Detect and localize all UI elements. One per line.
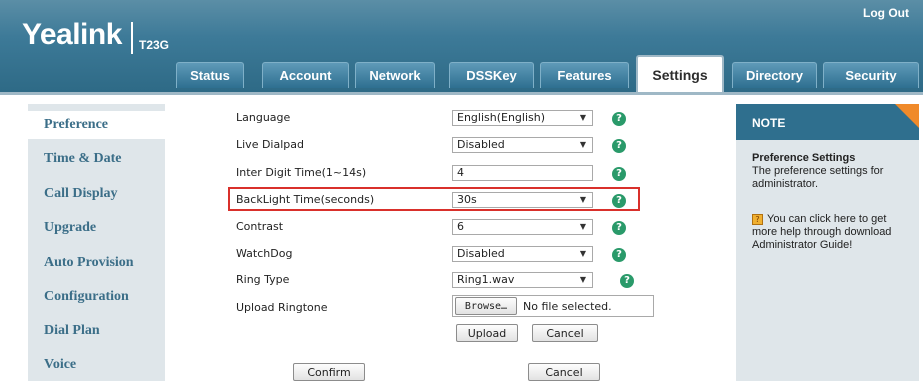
language-select[interactable]: English(English) ▼ bbox=[452, 110, 593, 126]
sidebar-item-time-date[interactable]: Time & Date bbox=[44, 151, 122, 167]
logout-link[interactable]: Log Out bbox=[863, 6, 909, 20]
help-icon[interactable]: ? bbox=[612, 167, 626, 181]
tab-network[interactable]: Network bbox=[355, 62, 435, 88]
watchdog-select[interactable]: Disabled ▼ bbox=[452, 246, 593, 262]
note-help-line-3: Administrator Guide! bbox=[752, 239, 853, 251]
chevron-down-icon: ▼ bbox=[579, 249, 586, 258]
help-icon[interactable]: ? bbox=[612, 112, 626, 126]
help-icon[interactable]: ? bbox=[612, 194, 626, 208]
ring-type-value: Ring1.wav bbox=[457, 273, 515, 286]
help-icon[interactable]: ? bbox=[620, 274, 634, 288]
sidebar-item-preference[interactable]: Preference bbox=[44, 117, 108, 133]
note-heading: Preference Settings bbox=[752, 152, 856, 164]
upload-button[interactable]: Upload bbox=[456, 324, 518, 342]
note-help-line-2: more help through download bbox=[752, 226, 892, 238]
note-corner-tab bbox=[895, 104, 919, 128]
sidebar-item-upgrade[interactable]: Upgrade bbox=[44, 220, 96, 236]
inter-digit-input[interactable]: 4 bbox=[452, 165, 593, 181]
help-icon[interactable]: ? bbox=[612, 139, 626, 153]
upload-cancel-button[interactable]: Cancel bbox=[532, 324, 598, 342]
note-line-1: The preference settings for bbox=[752, 165, 884, 177]
upload-ringtone-label: Upload Ringtone bbox=[236, 301, 328, 314]
sidebar-item-configuration[interactable]: Configuration bbox=[44, 289, 129, 305]
watchdog-label: WatchDog bbox=[236, 247, 293, 260]
tab-security[interactable]: Security bbox=[823, 62, 919, 88]
tab-settings[interactable]: Settings bbox=[636, 55, 724, 92]
logo: Yealink bbox=[22, 18, 122, 51]
confirm-button[interactable]: Confirm bbox=[293, 363, 365, 381]
ring-type-label: Ring Type bbox=[236, 273, 290, 286]
logo-divider bbox=[131, 22, 133, 54]
sidebar-item-voice[interactable]: Voice bbox=[44, 357, 76, 373]
sidebar-item-dial-plan[interactable]: Dial Plan bbox=[44, 323, 100, 339]
note-title: NOTE bbox=[752, 116, 786, 130]
chevron-down-icon: ▼ bbox=[579, 140, 586, 149]
sidebar-item-auto-provision[interactable]: Auto Provision bbox=[44, 255, 134, 271]
live-dialpad-select[interactable]: Disabled ▼ bbox=[452, 137, 593, 153]
tab-dsskey[interactable]: DSSKey bbox=[449, 62, 534, 88]
model-label: T23G bbox=[139, 38, 170, 52]
contrast-value: 6 bbox=[457, 220, 464, 233]
help-book-icon[interactable]: ? bbox=[752, 214, 763, 225]
backlight-label: BackLight Time(seconds) bbox=[236, 193, 375, 206]
chevron-down-icon: ▼ bbox=[579, 275, 586, 284]
tab-directory[interactable]: Directory bbox=[732, 62, 817, 88]
browse-button[interactable]: Browse… bbox=[455, 297, 517, 315]
live-dialpad-label: Live Dialpad bbox=[236, 138, 304, 151]
backlight-value: 30s bbox=[457, 193, 477, 206]
ring-type-select[interactable]: Ring1.wav ▼ bbox=[452, 272, 593, 288]
chevron-down-icon: ▼ bbox=[579, 113, 586, 122]
chevron-down-icon: ▼ bbox=[579, 195, 586, 204]
language-value: English(English) bbox=[457, 111, 546, 124]
cancel-button[interactable]: Cancel bbox=[528, 363, 600, 381]
tab-status[interactable]: Status bbox=[176, 62, 244, 88]
sidebar bbox=[28, 104, 165, 381]
note-help-line-1[interactable]: You can click here to get bbox=[767, 213, 886, 225]
file-status-text: No file selected. bbox=[523, 300, 612, 313]
note-line-2: administrator. bbox=[752, 178, 819, 190]
live-dialpad-value: Disabled bbox=[457, 138, 505, 151]
help-icon[interactable]: ? bbox=[612, 248, 626, 262]
chevron-down-icon: ▼ bbox=[579, 222, 586, 231]
tab-features[interactable]: Features bbox=[540, 62, 629, 88]
tab-account[interactable]: Account bbox=[262, 62, 349, 88]
sidebar-item-call-display[interactable]: Call Display bbox=[44, 186, 118, 202]
contrast-select[interactable]: 6 ▼ bbox=[452, 219, 593, 235]
watchdog-value: Disabled bbox=[457, 247, 505, 260]
inter-digit-label: Inter Digit Time(1~14s) bbox=[236, 166, 367, 179]
backlight-select[interactable]: 30s ▼ bbox=[452, 192, 593, 208]
language-label: Language bbox=[236, 111, 291, 124]
contrast-label: Contrast bbox=[236, 220, 284, 233]
help-icon[interactable]: ? bbox=[612, 221, 626, 235]
